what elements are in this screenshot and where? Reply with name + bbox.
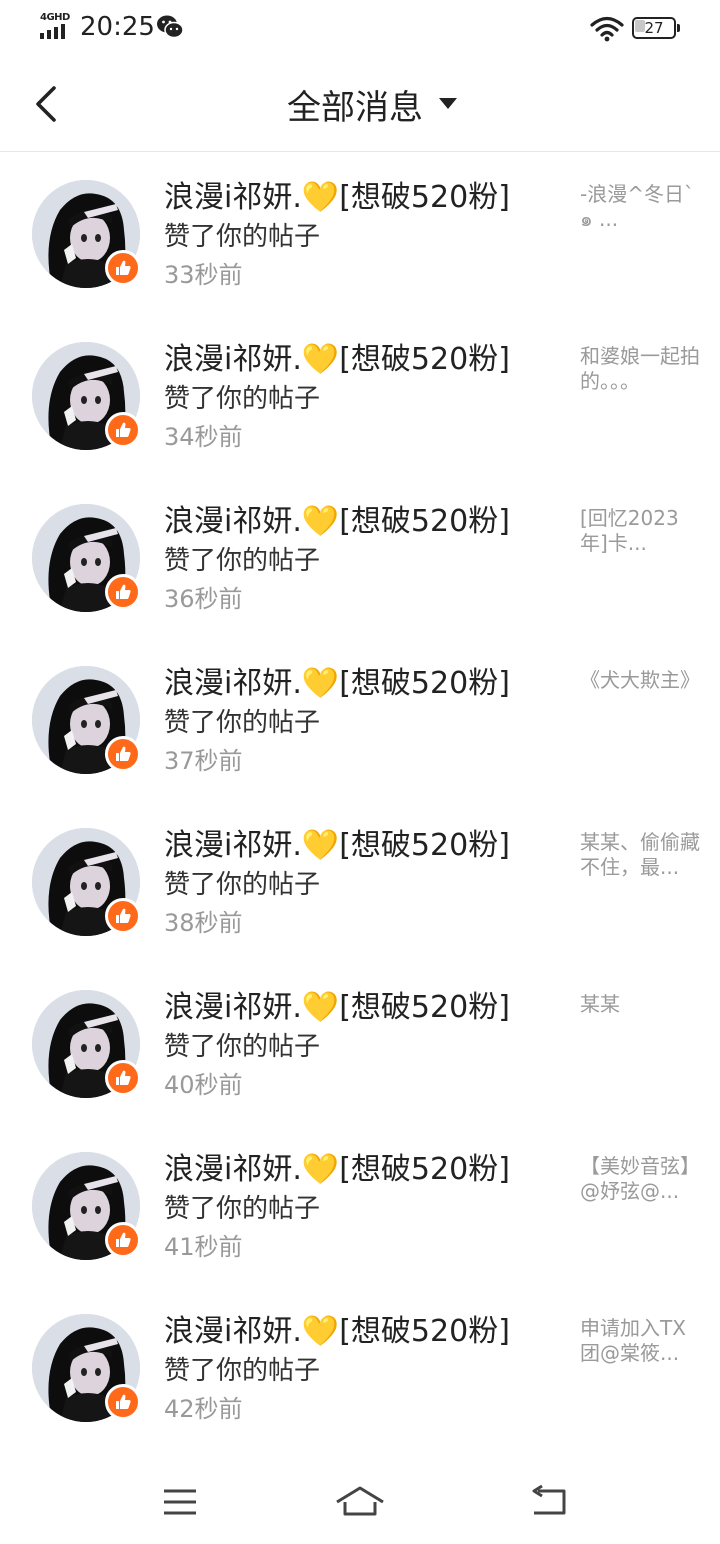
timestamp: 36秒前 [164, 585, 243, 613]
timestamp: 42秒前 [164, 1395, 243, 1423]
network-type: 4GHD [40, 12, 70, 23]
post-preview[interactable]: [回忆2023年]卡... [580, 506, 700, 556]
wechat-icon [157, 15, 184, 39]
post-preview[interactable]: 某某、偷偷藏不住，最... [580, 830, 700, 880]
thumbs-up-icon [105, 250, 141, 286]
message-action: 赞了你的帖子 [164, 870, 321, 900]
message-content: 浪漫i祁妍.💛[想破520粉] 赞了你的帖子 41秒前 [164, 1150, 554, 1266]
username[interactable]: 浪漫i祁妍.💛[想破520粉] [164, 988, 554, 1028]
thumbs-up-icon [105, 1222, 141, 1258]
message-action: 赞了你的帖子 [164, 708, 321, 738]
message-content: 浪漫i祁妍.💛[想破520粉] 赞了你的帖子 42秒前 [164, 1312, 554, 1428]
system-nav-bar [0, 1460, 720, 1544]
message-action: 赞了你的帖子 [164, 1356, 321, 1386]
message-content: 浪漫i祁妍.💛[想破520粉] 赞了你的帖子 37秒前 [164, 664, 554, 780]
message-content: 浪漫i祁妍.💛[想破520粉] 赞了你的帖子 38秒前 [164, 826, 554, 942]
signal-icon [40, 24, 65, 39]
timestamp: 38秒前 [164, 909, 243, 937]
message-item[interactable]: 浪漫i祁妍.💛[想破520粉] 赞了你的帖子 36秒前 [回忆2023年]卡... [0, 476, 720, 638]
username[interactable]: 浪漫i祁妍.💛[想破520粉] [164, 502, 554, 542]
message-item[interactable]: 浪漫i祁妍.💛[想破520粉] 赞了你的帖子 40秒前 某某 [0, 962, 720, 1124]
return-icon[interactable] [520, 1478, 580, 1528]
timestamp: 40秒前 [164, 1071, 243, 1099]
thumbs-up-icon [105, 412, 141, 448]
username[interactable]: 浪漫i祁妍.💛[想破520粉] [164, 1150, 554, 1190]
page-title: 全部消息 [287, 87, 423, 128]
message-action: 赞了你的帖子 [164, 1194, 321, 1224]
message-item[interactable]: 浪漫i祁妍.💛[想破520粉] 赞了你的帖子 42秒前 申请加入TX团@棠筱... [0, 1286, 720, 1448]
post-preview[interactable]: 【美妙音弦】@妤弦@... [580, 1154, 700, 1204]
username[interactable]: 浪漫i祁妍.💛[想破520粉] [164, 826, 554, 866]
thumbs-up-icon [105, 1060, 141, 1096]
message-list: 浪漫i祁妍.💛[想破520粉] 赞了你的帖子 33秒前 -浪漫^冬日`๑ ... 浪漫… [0, 152, 720, 1448]
message-item[interactable]: 浪漫i祁妍.💛[想破520粉] 赞了你的帖子 34秒前 和婆娘一起拍的。。。 [0, 314, 720, 476]
timestamp: 33秒前 [164, 261, 243, 289]
message-item[interactable]: 浪漫i祁妍.💛[想破520粉] 赞了你的帖子 33秒前 -浪漫^冬日`๑ ... [0, 152, 720, 314]
battery-level: 27 [644, 19, 664, 37]
timestamp: 41秒前 [164, 1233, 243, 1261]
message-action: 赞了你的帖子 [164, 384, 321, 414]
back-button[interactable] [28, 82, 68, 126]
username[interactable]: 浪漫i祁妍.💛[想破520粉] [164, 1312, 554, 1352]
wifi-icon [590, 16, 624, 42]
message-action: 赞了你的帖子 [164, 546, 321, 576]
message-content: 浪漫i祁妍.💛[想破520粉] 赞了你的帖子 33秒前 [164, 178, 554, 294]
post-preview[interactable]: 某某 [580, 992, 700, 1017]
header: 全部消息 [0, 56, 720, 152]
post-preview[interactable]: 《犬大欺主》 [580, 668, 700, 693]
username[interactable]: 浪漫i祁妍.💛[想破520粉] [164, 178, 554, 218]
caret-down-icon [439, 98, 457, 109]
thumbs-up-icon [105, 898, 141, 934]
username[interactable]: 浪漫i祁妍.💛[想破520粉] [164, 340, 554, 380]
thumbs-up-icon [105, 1384, 141, 1420]
battery-indicator: 27 [632, 17, 680, 39]
thumbs-up-icon [105, 736, 141, 772]
message-action: 赞了你的帖子 [164, 222, 321, 252]
message-content: 浪漫i祁妍.💛[想破520粉] 赞了你的帖子 40秒前 [164, 988, 554, 1104]
message-content: 浪漫i祁妍.💛[想破520粉] 赞了你的帖子 36秒前 [164, 502, 554, 618]
post-preview[interactable]: 申请加入TX团@棠筱... [580, 1316, 700, 1366]
timestamp: 37秒前 [164, 747, 243, 775]
message-item[interactable]: 浪漫i祁妍.💛[想破520粉] 赞了你的帖子 41秒前 【美妙音弦】@妤弦@... [0, 1124, 720, 1286]
message-content: 浪漫i祁妍.💛[想破520粉] 赞了你的帖子 34秒前 [164, 340, 554, 456]
status-bar: 4GHD 20:25 27 [0, 0, 720, 56]
message-action: 赞了你的帖子 [164, 1032, 321, 1062]
timestamp: 34秒前 [164, 423, 243, 451]
status-time: 20:25 [80, 12, 155, 42]
message-filter-dropdown[interactable]: 全部消息 [0, 56, 720, 152]
username[interactable]: 浪漫i祁妍.💛[想破520粉] [164, 664, 554, 704]
menu-icon[interactable] [150, 1478, 210, 1528]
post-preview[interactable]: 和婆娘一起拍的。。。 [580, 344, 700, 394]
home-icon[interactable] [330, 1478, 390, 1528]
message-item[interactable]: 浪漫i祁妍.💛[想破520粉] 赞了你的帖子 38秒前 某某、偷偷藏不住，最... [0, 800, 720, 962]
post-preview[interactable]: -浪漫^冬日`๑ ... [580, 182, 700, 232]
thumbs-up-icon [105, 574, 141, 610]
message-item[interactable]: 浪漫i祁妍.💛[想破520粉] 赞了你的帖子 37秒前 《犬大欺主》 [0, 638, 720, 800]
